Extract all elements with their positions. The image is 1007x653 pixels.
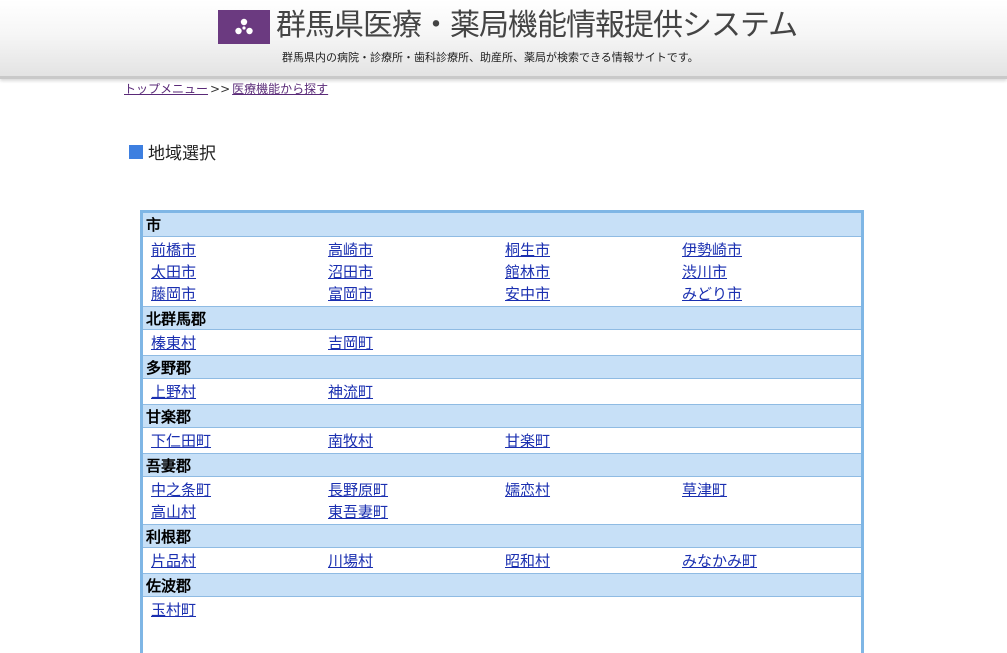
municipality-link[interactable]: 高山村 — [151, 503, 196, 521]
municipality-cell: 沼田市 — [328, 261, 505, 283]
municipality-link[interactable]: 吉岡町 — [328, 334, 373, 352]
region-group-body: 前橋市 高崎市 桐生市 伊勢崎市太田市 沼田市 館林市 渋川市藤岡市 富岡市 安中市 みどり市 — [143, 237, 861, 306]
municipality-link[interactable]: 中之条町 — [151, 481, 211, 499]
municipality-link[interactable]: 太田市 — [151, 263, 196, 281]
municipality-cell: 昭和村 — [505, 550, 682, 572]
municipality-cell: 館林市 — [505, 261, 682, 283]
municipality-link[interactable]: 玉村町 — [151, 601, 196, 619]
municipality-link[interactable]: 藤岡市 — [151, 285, 196, 303]
title-marker-icon — [129, 144, 143, 159]
municipality-link[interactable]: みどり市 — [682, 285, 742, 303]
municipality-cell: 甘楽町 — [505, 430, 682, 452]
municipality-cell: 上野村 — [151, 381, 328, 403]
region-selection-table: 市前橋市 高崎市 桐生市 伊勢崎市太田市 沼田市 館林市 渋川市藤岡市 富岡市 安中市 みどり市北… — [140, 210, 864, 653]
region-group-body: 中之条町 長野原町 嬬恋村 草津町高山村 東吾妻町 — [143, 477, 861, 524]
municipality-cell: みなかみ町 — [682, 550, 859, 572]
municipality-link[interactable]: 桐生市 — [505, 241, 550, 259]
region-group-header: 利根郡 — [143, 524, 861, 548]
municipality-cell: 藤岡市 — [151, 283, 328, 305]
municipality-link[interactable]: 渋川市 — [682, 263, 727, 281]
region-group-body: 上野村 神流町 — [143, 379, 861, 404]
municipality-link[interactable]: みなかみ町 — [682, 552, 757, 570]
municipality-link[interactable]: 下仁田町 — [151, 432, 211, 450]
region-group-header: 吾妻郡 — [143, 453, 861, 477]
municipality-link[interactable]: 長野原町 — [328, 481, 388, 499]
site-subtitle: 群馬県内の病院・診療所・歯科診療所、助産所、薬局が検索できる情報サイトです。 — [282, 51, 699, 64]
municipality-cell: 草津町 — [682, 479, 859, 501]
page-title: 地域選択 — [129, 139, 216, 164]
municipality-cell: 渋川市 — [682, 261, 859, 283]
region-group-header: 甘楽郡 — [143, 404, 861, 428]
region-group-body: 片品村 川場村 昭和村 みなかみ町 — [143, 548, 861, 573]
region-group-header: 佐波郡 — [143, 573, 861, 597]
region-group-body: 榛東村 吉岡町 — [143, 330, 861, 355]
municipality-link[interactable]: 神流町 — [328, 383, 373, 401]
region-group-header: 北群馬郡 — [143, 306, 861, 330]
municipality-link[interactable]: 前橋市 — [151, 241, 196, 259]
municipality-link[interactable]: 上野村 — [151, 383, 196, 401]
municipality-cell: 高崎市 — [328, 239, 505, 261]
municipality-cell: 片品村 — [151, 550, 328, 572]
municipality-link[interactable]: 嬬恋村 — [505, 481, 550, 499]
municipality-link[interactable]: 草津町 — [682, 481, 727, 499]
municipality-link[interactable]: 昭和村 — [505, 552, 550, 570]
municipality-link[interactable]: 南牧村 — [328, 432, 373, 450]
prefecture-logo — [218, 10, 270, 44]
site-title: 群馬県医療・薬局機能情報提供システム — [276, 8, 798, 43]
municipality-cell: 中之条町 — [151, 479, 328, 501]
municipality-cell: みどり市 — [682, 283, 859, 305]
municipality-link[interactable]: 伊勢崎市 — [682, 241, 742, 259]
breadcrumb-medical-function-link[interactable]: 医療機能から探す — [232, 82, 328, 96]
municipality-link[interactable]: 片品村 — [151, 552, 196, 570]
region-group-header: 市 — [143, 213, 861, 237]
municipality-link[interactable]: 館林市 — [505, 263, 550, 281]
municipality-link[interactable]: 川場村 — [328, 552, 373, 570]
municipality-cell: 安中市 — [505, 283, 682, 305]
municipality-cell: 南牧村 — [328, 430, 505, 452]
site-header: 群馬県医療・薬局機能情報提供システム 群馬県内の病院・診療所・歯科診療所、助産所… — [0, 0, 1007, 79]
municipality-cell: 伊勢崎市 — [682, 239, 859, 261]
municipality-link[interactable]: 甘楽町 — [505, 432, 550, 450]
page-title-text: 地域選択 — [148, 144, 216, 164]
municipality-cell: 榛東村 — [151, 332, 328, 354]
municipality-link[interactable]: 沼田市 — [328, 263, 373, 281]
municipality-cell: 長野原町 — [328, 479, 505, 501]
municipality-cell: 太田市 — [151, 261, 328, 283]
municipality-cell: 神流町 — [328, 381, 505, 403]
municipality-cell: 下仁田町 — [151, 430, 328, 452]
municipality-cell: 前橋市 — [151, 239, 328, 261]
gunma-prefecture-emblem-icon — [235, 18, 253, 35]
municipality-link[interactable]: 高崎市 — [328, 241, 373, 259]
breadcrumb-separator: >> — [210, 82, 231, 96]
breadcrumb: トップメニュー >> 医療機能から探す — [124, 80, 328, 97]
municipality-cell: 嬬恋村 — [505, 479, 682, 501]
municipality-cell: 吉岡町 — [328, 332, 505, 354]
municipality-cell: 東吾妻町 — [328, 501, 505, 523]
region-group-body: 玉村町 — [143, 597, 861, 622]
municipality-cell: 玉村町 — [151, 599, 328, 621]
region-group-body: 下仁田町 南牧村 甘楽町 — [143, 428, 861, 453]
municipality-cell: 川場村 — [328, 550, 505, 572]
municipality-link[interactable]: 富岡市 — [328, 285, 373, 303]
municipality-cell: 富岡市 — [328, 283, 505, 305]
municipality-link[interactable]: 榛東村 — [151, 334, 196, 352]
municipality-cell: 高山村 — [151, 501, 328, 523]
municipality-cell: 桐生市 — [505, 239, 682, 261]
municipality-link[interactable]: 安中市 — [505, 285, 550, 303]
region-group-header: 多野郡 — [143, 355, 861, 379]
municipality-link[interactable]: 東吾妻町 — [328, 503, 388, 521]
breadcrumb-top-menu-link[interactable]: トップメニュー — [124, 82, 208, 96]
